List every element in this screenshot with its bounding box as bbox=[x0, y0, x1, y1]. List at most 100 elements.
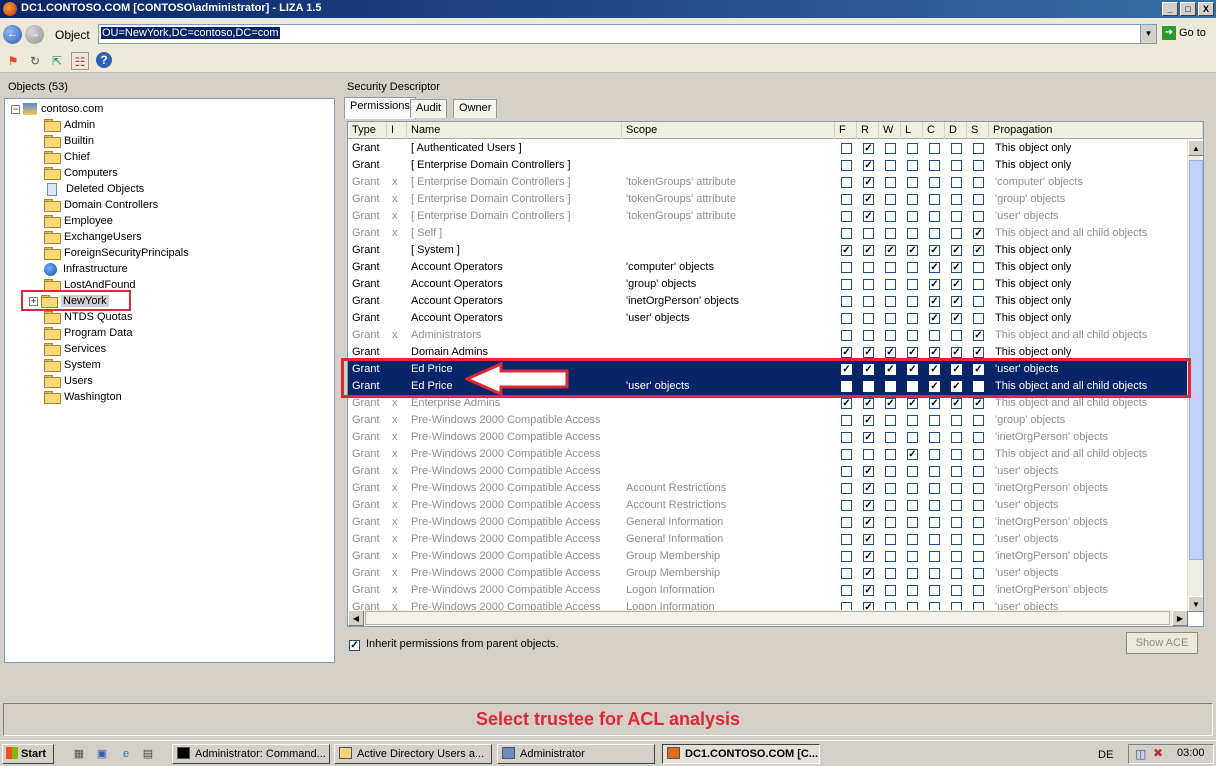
col-f[interactable]: F bbox=[835, 122, 857, 139]
export-icon[interactable]: ⇱ bbox=[48, 52, 66, 70]
permission-checkbox[interactable] bbox=[885, 449, 896, 460]
acl-row[interactable]: Grant x Pre-Windows 2000 Compatible Access… bbox=[348, 582, 1188, 599]
col-name[interactable]: Name bbox=[407, 122, 622, 139]
permission-checkbox[interactable] bbox=[841, 143, 852, 154]
permission-checkbox[interactable] bbox=[929, 194, 940, 205]
permission-checkbox[interactable] bbox=[973, 415, 984, 426]
col-r[interactable]: R bbox=[857, 122, 879, 139]
permission-checkbox[interactable] bbox=[929, 483, 940, 494]
tree-item[interactable]: Domain Controllers bbox=[27, 197, 158, 213]
permission-checkbox[interactable] bbox=[841, 415, 852, 426]
permission-checkbox[interactable]: ✓ bbox=[973, 347, 984, 358]
permission-checkbox[interactable] bbox=[907, 279, 918, 290]
permission-checkbox[interactable] bbox=[951, 551, 962, 562]
permission-checkbox[interactable] bbox=[973, 296, 984, 307]
tree-item[interactable]: Builtin bbox=[27, 133, 94, 149]
collapse-icon[interactable]: − bbox=[11, 104, 20, 114]
permission-checkbox[interactable] bbox=[929, 466, 940, 477]
permission-checkbox[interactable] bbox=[929, 551, 940, 562]
permission-checkbox[interactable] bbox=[907, 551, 918, 562]
permission-checkbox[interactable] bbox=[907, 483, 918, 494]
permission-checkbox[interactable] bbox=[907, 330, 918, 341]
powershell-icon[interactable]: ▣ bbox=[94, 746, 110, 762]
col-w[interactable]: W bbox=[879, 122, 901, 139]
volume-muted-icon[interactable]: ✖ bbox=[1153, 746, 1163, 760]
acl-row[interactable]: Grant x Pre-Windows 2000 Compatible Access… bbox=[348, 497, 1188, 514]
permission-checkbox[interactable]: ✓ bbox=[863, 177, 874, 188]
permission-checkbox[interactable]: ✓ bbox=[973, 330, 984, 341]
maximize-button[interactable]: □ bbox=[1180, 2, 1196, 16]
permission-checkbox[interactable]: ✓ bbox=[907, 347, 918, 358]
permission-checkbox[interactable]: ✓ bbox=[929, 262, 940, 273]
permission-checkbox[interactable] bbox=[841, 228, 852, 239]
permission-checkbox[interactable] bbox=[973, 534, 984, 545]
permission-checkbox[interactable] bbox=[951, 228, 962, 239]
permission-checkbox[interactable] bbox=[907, 296, 918, 307]
chevron-down-icon[interactable]: ▼ bbox=[1140, 25, 1156, 43]
permission-checkbox[interactable] bbox=[841, 262, 852, 273]
permission-checkbox[interactable] bbox=[907, 160, 918, 171]
tab-owner[interactable]: Owner bbox=[453, 99, 498, 118]
permission-checkbox[interactable]: ✓ bbox=[863, 143, 874, 154]
tree-item[interactable]: Admin bbox=[27, 117, 95, 133]
taskbar-button[interactable]: Active Directory Users a... bbox=[334, 744, 492, 764]
permission-checkbox[interactable] bbox=[951, 517, 962, 528]
permission-checkbox[interactable] bbox=[907, 211, 918, 222]
permission-checkbox[interactable]: ✓ bbox=[951, 398, 962, 409]
col-s[interactable]: S bbox=[967, 122, 989, 139]
permission-checkbox[interactable] bbox=[929, 143, 940, 154]
permission-checkbox[interactable]: ✓ bbox=[907, 245, 918, 256]
acl-row[interactable]: Grant Account Operators 'inetOrgPerson' ob… bbox=[348, 293, 1188, 310]
permission-checkbox[interactable]: ✓ bbox=[863, 483, 874, 494]
permission-checkbox[interactable] bbox=[841, 177, 852, 188]
go-to-button[interactable]: ➜ Go to bbox=[1162, 26, 1206, 40]
network-icon[interactable]: ☷ bbox=[71, 52, 89, 70]
permission-checkbox[interactable] bbox=[841, 483, 852, 494]
acl-row[interactable]: Grant x [ Self ] This object and all child … bbox=[348, 225, 1188, 242]
acl-row[interactable]: Grant x Pre-Windows 2000 Compatible Access… bbox=[348, 463, 1188, 480]
permission-checkbox[interactable] bbox=[841, 313, 852, 324]
permission-checkbox[interactable] bbox=[973, 483, 984, 494]
permission-checkbox[interactable] bbox=[973, 500, 984, 511]
acl-row[interactable]: Grant x Pre-Windows 2000 Compatible Access… bbox=[348, 412, 1188, 429]
acl-row[interactable]: Grant [ Authenticated Users ] This object … bbox=[348, 140, 1188, 157]
permission-checkbox[interactable] bbox=[929, 228, 940, 239]
permission-checkbox[interactable] bbox=[841, 432, 852, 443]
permission-checkbox[interactable] bbox=[951, 143, 962, 154]
permission-checkbox[interactable] bbox=[885, 194, 896, 205]
minimize-button[interactable]: _ bbox=[1162, 2, 1178, 16]
permission-checkbox[interactable] bbox=[841, 500, 852, 511]
acl-row[interactable]: Grant Account Operators 'group' objects Thi… bbox=[348, 276, 1188, 293]
tree-item[interactable]: Computers bbox=[27, 165, 118, 181]
permission-checkbox[interactable]: ✓ bbox=[951, 313, 962, 324]
permission-checkbox[interactable] bbox=[951, 500, 962, 511]
col-l[interactable]: L bbox=[901, 122, 923, 139]
permission-checkbox[interactable]: ✓ bbox=[973, 228, 984, 239]
permission-checkbox[interactable] bbox=[929, 330, 940, 341]
horizontal-scroll-thumb[interactable] bbox=[365, 611, 1170, 625]
permission-checkbox[interactable] bbox=[841, 296, 852, 307]
permission-checkbox[interactable] bbox=[885, 262, 896, 273]
permission-checkbox[interactable]: ✓ bbox=[841, 398, 852, 409]
permission-checkbox[interactable]: ✓ bbox=[929, 347, 940, 358]
permission-checkbox[interactable] bbox=[951, 585, 962, 596]
scroll-left-icon[interactable]: ◀ bbox=[348, 610, 364, 626]
permission-checkbox[interactable]: ✓ bbox=[863, 551, 874, 562]
permission-checkbox[interactable]: ✓ bbox=[929, 296, 940, 307]
tree-item[interactable]: Infrastructure bbox=[27, 261, 128, 277]
permission-checkbox[interactable] bbox=[951, 415, 962, 426]
server-manager-icon[interactable]: ▦ bbox=[71, 746, 87, 762]
permission-checkbox[interactable] bbox=[973, 279, 984, 290]
acl-row[interactable]: Grant x Administrators This object and all … bbox=[348, 327, 1188, 344]
permission-checkbox[interactable] bbox=[907, 585, 918, 596]
permission-checkbox[interactable] bbox=[973, 143, 984, 154]
taskbar-button[interactable]: Administrator bbox=[497, 744, 655, 764]
permission-checkbox[interactable] bbox=[907, 432, 918, 443]
permission-checkbox[interactable] bbox=[841, 517, 852, 528]
permission-checkbox[interactable]: ✓ bbox=[973, 398, 984, 409]
permission-checkbox[interactable] bbox=[973, 194, 984, 205]
network-tray-icon[interactable]: ◫ bbox=[1135, 747, 1146, 761]
permission-checkbox[interactable]: ✓ bbox=[863, 534, 874, 545]
permission-checkbox[interactable]: ✓ bbox=[885, 398, 896, 409]
permission-checkbox[interactable] bbox=[863, 262, 874, 273]
